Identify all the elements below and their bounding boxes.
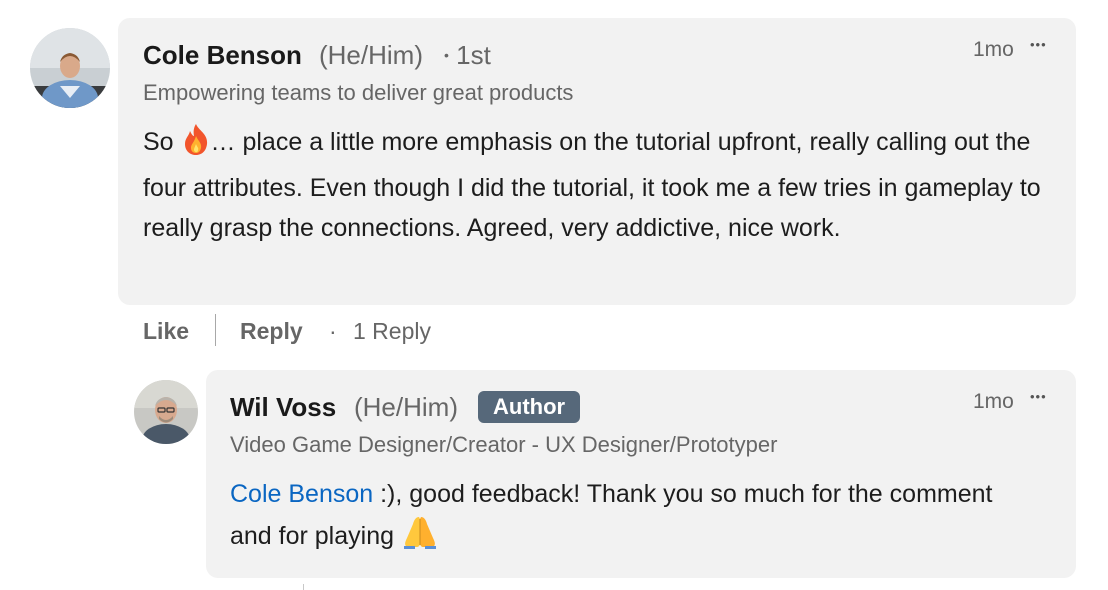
reply-author-pronouns: (He/Him): [354, 392, 458, 422]
more-dots: •••: [1030, 389, 1047, 404]
connection-degree: • 1st: [444, 40, 491, 71]
author-badge: Author: [478, 391, 581, 423]
comment-author-headline: Empowering teams to deliver great produc…: [143, 80, 574, 105]
reply-button[interactable]: Reply: [240, 318, 303, 345]
degree-separator: •: [444, 47, 449, 63]
reply-body: Cole Benson :), good feedback! Thank you…: [230, 474, 1030, 562]
folded-hands-emoji-icon: [401, 514, 439, 562]
comment-body: So … place a little more emphasis on the…: [143, 122, 1043, 248]
fire-emoji-icon: [181, 122, 211, 168]
reply-author-name[interactable]: Wil Voss: [230, 392, 336, 423]
reply-count-link[interactable]: 1 Reply: [353, 318, 431, 345]
comment-author-pronouns: (He/Him): [319, 40, 423, 71]
comment-body-start: So: [143, 128, 181, 156]
more-dots: •••: [1030, 37, 1047, 52]
cole-benson-avatar[interactable]: [30, 28, 110, 108]
reply-count-separator: ·: [329, 318, 337, 344]
like-button[interactable]: Like: [143, 318, 189, 345]
action-divider: [215, 314, 216, 346]
pronouns-text: (He/Him): [319, 40, 423, 70]
comment-thread: Cole Benson (He/Him) • 1st Empowering te…: [0, 0, 1108, 590]
comment-body-text: … place a little more emphasis on the tu…: [143, 128, 1041, 242]
degree-text: 1st: [456, 40, 491, 70]
comment-author-name[interactable]: Cole Benson: [143, 40, 302, 71]
wil-voss-avatar[interactable]: [134, 380, 198, 444]
comment-more-options-icon[interactable]: •••: [1030, 38, 1047, 51]
reply-timestamp: 1mo: [973, 390, 1014, 413]
thread-connector-tick: [303, 584, 304, 590]
reply-more-options-icon[interactable]: •••: [1030, 390, 1047, 403]
comment-timestamp: 1mo: [973, 38, 1014, 61]
reply-author-headline: Video Game Designer/Creator - UX Designe…: [230, 432, 778, 457]
mention-cole-benson-link[interactable]: Cole Benson: [230, 480, 373, 508]
